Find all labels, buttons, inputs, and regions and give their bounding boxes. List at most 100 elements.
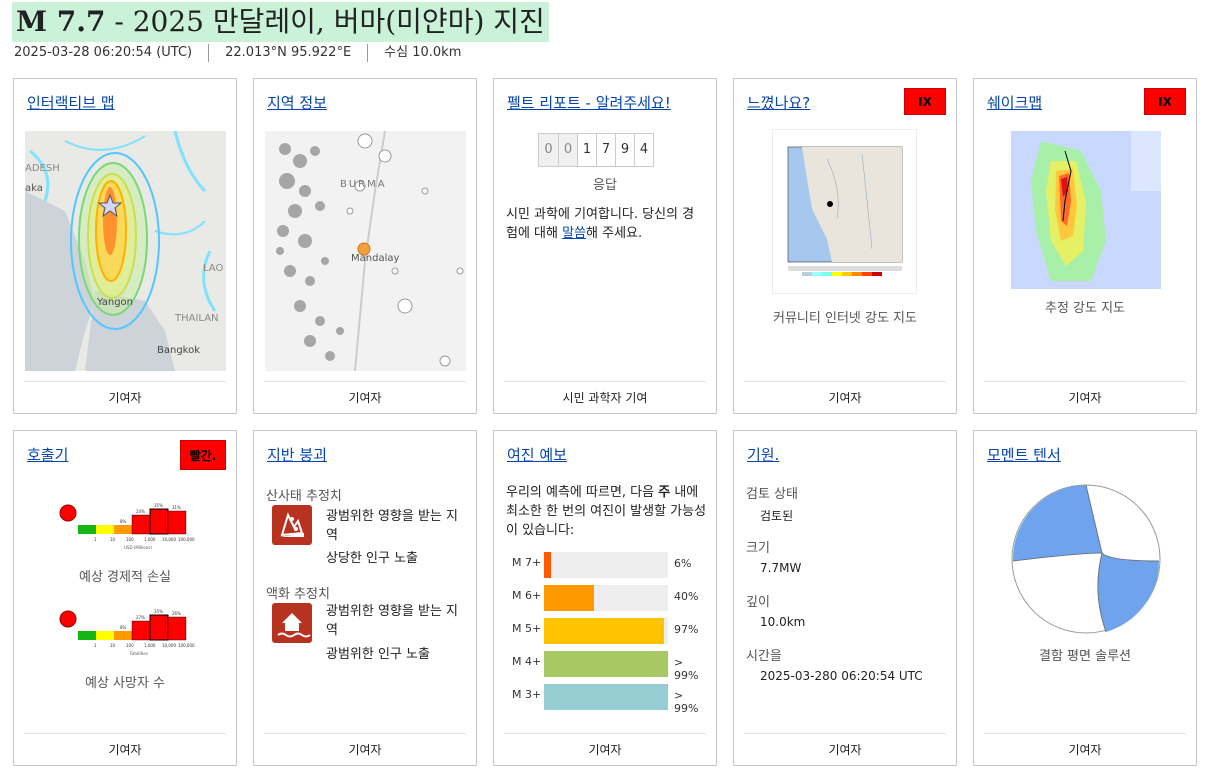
- card-origin[interactable]: 기원. 검토 상태 검토된 크기 7.7MW 깊이 10.0km 시간을 202…: [733, 430, 957, 766]
- shakemap-caption: 추정 강도 지도: [1044, 301, 1126, 316]
- fatality-chart: 8% 27% 35% 26% 1 10 100 1,000 10,000 100…: [59, 609, 195, 656]
- card-aftershock-forecast[interactable]: 여진 예보 우리의 예측에 따르면, 다음 주 내에 최소한 한 번의 여진이 …: [493, 430, 717, 766]
- ground-failure-link[interactable]: 지반 붕괴: [267, 444, 327, 465]
- fatal-axis-tick: 1,000: [144, 643, 156, 648]
- tell-us-link[interactable]: 말씀: [562, 226, 586, 241]
- card-moment-tensor[interactable]: 모멘트 텐서 결함 평면 솔루션 기여자: [973, 430, 1197, 766]
- dyfi-caption: 커뮤니티 인터넷 강도 지도: [773, 311, 917, 326]
- map-label-burma: BURMA: [340, 179, 387, 190]
- fatal-axis-tick: 100: [126, 643, 134, 648]
- aftershock-mag-label: M 6+: [512, 589, 542, 602]
- moment-tensor-link[interactable]: 모멘트 텐서: [987, 444, 1061, 465]
- econ-pct: 24%: [136, 509, 145, 514]
- time-value: 2025-03-280 06:20:54 UTC: [760, 669, 923, 683]
- fatal-pct: 26%: [172, 611, 181, 616]
- card-ground-failure[interactable]: 지반 붕괴 산사태 추정치 광범위한 영향을 받는 지역 상당한 인구 노출 액…: [253, 430, 477, 766]
- pager-link[interactable]: 호출기: [27, 444, 68, 465]
- felt-report-footer: 시민 과학자 기여: [504, 381, 706, 413]
- map-label-adesh: ADESH: [25, 163, 60, 174]
- shakemap-footer: 기여자: [984, 381, 1186, 413]
- aftershock-track: [544, 552, 668, 578]
- felt-report-text: 시민 과학에 기여합니다. 당신의 경험에 대해 말씀해 주세요.: [506, 207, 695, 241]
- event-time: 2025-03-28 06:20:54 (UTC): [14, 45, 193, 60]
- counter-digit: 7: [596, 134, 615, 166]
- econ-pct: 31%: [172, 505, 181, 510]
- aftershock-track: [544, 585, 668, 611]
- aftershock-pct: > 99%: [674, 689, 699, 715]
- econ-loss-chart: 8% 24% 35% 31% 1 10 100 1,000 10,000 100…: [59, 503, 195, 550]
- event-meta: 2025-03-28 06:20:54 (UTC) 22.013°N 95.92…: [14, 43, 477, 63]
- liquefaction-icon: [272, 603, 312, 643]
- review-status-value: 검토된: [760, 509, 794, 523]
- fatal-pct: 8%: [120, 625, 127, 630]
- card-felt-report[interactable]: 펠트 리포트 - 알려주세요! 0 0 1 7 9 4 응답 시민 과학에 기여…: [493, 78, 717, 414]
- dyfi-link[interactable]: 느꼈나요?: [747, 92, 810, 113]
- ground-failure-footer: 기여자: [264, 733, 466, 765]
- interactive-map-link[interactable]: 인터랙티브 맵: [27, 92, 115, 113]
- aftershock-bar: [544, 585, 594, 611]
- depth-label: 깊이: [746, 595, 770, 610]
- counter-digit: 0: [558, 134, 577, 166]
- magnitude-label: 크기: [746, 541, 770, 556]
- map-label-bangkok: Bangkok: [157, 345, 200, 356]
- econ-axis-tick: 100: [126, 537, 134, 542]
- card-dyfi[interactable]: 느꼈나요? IX 커뮤니티 인터넷 강도 지도 기여자: [733, 78, 957, 414]
- shakemap-link[interactable]: 쉐이크맵: [987, 92, 1042, 113]
- felt-report-link[interactable]: 펠트 리포트 - 알려주세요!: [507, 92, 671, 113]
- time-label: 시간을: [746, 649, 782, 664]
- map-label-dhaka: aka: [25, 183, 43, 194]
- econ-axis-tick: 1: [94, 537, 97, 542]
- card-region-info[interactable]: 지역 정보 BURMA Mandalay 기여자: [253, 78, 477, 414]
- aftershock-row: M 3+ > 99%: [512, 684, 702, 715]
- card-shakemap[interactable]: 쉐이크맵 IX 추정 강도 지도 기여자: [973, 78, 1197, 414]
- dyfi-map-image[interactable]: [772, 129, 917, 294]
- aftershock-footer: 기여자: [504, 733, 706, 765]
- econ-axis-tick: 1,000: [144, 537, 156, 542]
- aftershock-track: [544, 651, 668, 677]
- econ-loss-caption: 예상 경제적 손실: [79, 570, 171, 585]
- map-label-laos: LAO: [203, 263, 223, 274]
- aftershock-row: M 7+ 6%: [512, 552, 702, 578]
- map-label-mandalay: Mandalay: [351, 253, 399, 264]
- shakemap-intensity-badge: IX: [1144, 88, 1186, 115]
- counter-digit: 0: [539, 134, 558, 166]
- map-label-thailand: THAILAN: [174, 313, 219, 324]
- landslide-icon: [272, 505, 312, 545]
- liquefaction-pop: 광범위한 인구 노출: [326, 647, 430, 662]
- aftershock-mag-label: M 4+: [512, 655, 542, 668]
- liquefaction-area: 광범위한 영향을 받는 지역: [326, 604, 458, 638]
- card-pager[interactable]: 호출기 빨간. 8% 24% 35% 31% 1 10 100 1,000 10…: [13, 430, 237, 766]
- fatal-axis-unit: Fatalities: [130, 651, 148, 656]
- econ-pct: 35%: [154, 503, 163, 508]
- aftershock-mag-label: M 3+: [512, 688, 542, 701]
- econ-axis-tick: 10: [110, 537, 116, 542]
- aftershock-row: M 6+ 40%: [512, 585, 702, 611]
- fatal-pct: 35%: [154, 609, 163, 614]
- shakemap-image[interactable]: [1011, 131, 1161, 289]
- depth-value: 10.0km: [760, 615, 806, 629]
- beachball-image[interactable]: [1010, 483, 1162, 635]
- origin-link[interactable]: 기원.: [747, 444, 779, 465]
- econ-axis-tick: 10,000: [162, 537, 176, 542]
- aftershock-link[interactable]: 여진 예보: [507, 444, 567, 465]
- event-coords: 22.013°N 95.922°E: [208, 44, 367, 62]
- aftershock-row: M 4+ > 99%: [512, 651, 702, 682]
- beachball-caption: 결함 평면 솔루션: [1039, 649, 1131, 664]
- fatality-caption: 예상 사망자 수: [84, 676, 166, 691]
- origin-footer: 기여자: [744, 733, 946, 765]
- landslide-area: 광범위한 영향을 받는 지역: [326, 509, 458, 543]
- card-interactive-map[interactable]: 인터랙티브 맵 ADESH aka Yangon LAO THAILAN Ban…: [13, 78, 237, 414]
- magnitude: M 7.7: [16, 5, 106, 38]
- landslide-pop: 상당한 인구 노출: [326, 551, 418, 566]
- region-info-link[interactable]: 지역 정보: [267, 92, 327, 113]
- counter-digit: 9: [615, 134, 634, 166]
- region-info-footer: 기여자: [264, 381, 466, 413]
- aftershock-pct: 40%: [674, 590, 699, 603]
- region-map-image[interactable]: BURMA Mandalay: [265, 131, 466, 371]
- interactive-map-image[interactable]: ADESH aka Yangon LAO THAILAN Bangkok: [25, 131, 226, 371]
- page-title: M 7.7 - 2025 만달레이, 버마(미얀마) 지진: [12, 2, 549, 42]
- aftershock-pct: 97%: [674, 623, 699, 636]
- aftershock-bar: [544, 552, 552, 578]
- aftershock-track: [544, 684, 668, 710]
- dyfi-intensity-badge: IX: [904, 88, 946, 115]
